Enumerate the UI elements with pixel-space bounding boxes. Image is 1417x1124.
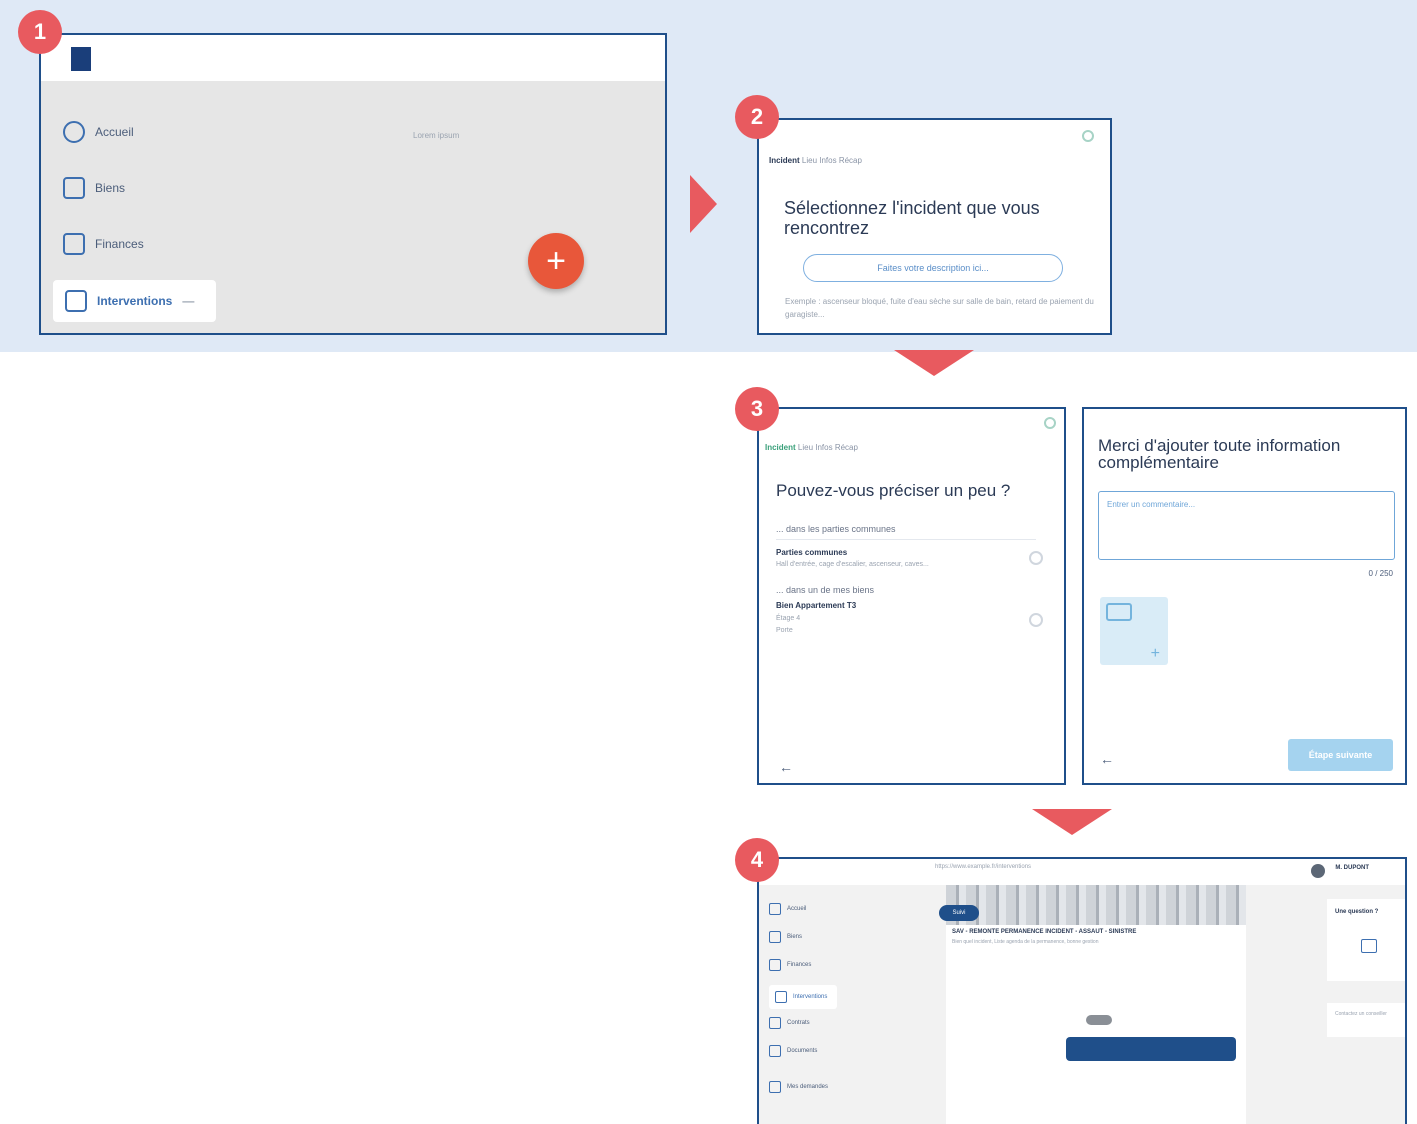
screen-location: Incident Lieu Infos Récap Pouvez-vous pr…	[757, 407, 1066, 785]
url-text: https://www.example.fr/interventions	[935, 864, 1032, 870]
sidebar-item-accueil[interactable]: Accueil	[769, 903, 806, 915]
sidebar-item-documents[interactable]: Documents	[769, 1045, 817, 1057]
step-badge-4: 4	[735, 838, 779, 882]
example-text: Exemple : ascenseur bloqué, fuite d'eau …	[785, 297, 1094, 319]
arrow-down-icon	[1032, 809, 1112, 835]
logo	[71, 47, 91, 71]
comment-field[interactable]: Entrer un commentaire...	[1098, 491, 1395, 560]
sidebar-item-mes-demandes[interactable]: Mes demandes	[769, 1081, 828, 1093]
top-bar	[41, 35, 665, 81]
sidebar-item-accueil[interactable]: Accueil	[63, 121, 134, 143]
step-badge-2: 2	[735, 95, 779, 139]
building-photo	[946, 885, 1246, 925]
building-icon	[63, 177, 85, 199]
top-bar: https://www.example.fr/interventions M. …	[759, 859, 1405, 885]
sidebar-item-label: Mes demandes	[787, 1084, 829, 1090]
sidebar-item-interventions[interactable]: Interventions —	[53, 280, 217, 322]
page-title: Pouvez-vous préciser un peu ?	[776, 481, 1011, 500]
option-subtitle: Hall d'entrée, cage d'escalier, ascenseu…	[776, 561, 929, 568]
page-title: Merci d'ajouter toute information complé…	[1098, 436, 1341, 472]
chat-icon[interactable]	[1361, 939, 1377, 953]
divider	[776, 539, 1036, 540]
sidebar-item-label: Accueil	[95, 125, 134, 139]
sidebar-item-finances[interactable]: Finances	[769, 959, 811, 971]
radio-bien[interactable]	[1029, 613, 1043, 627]
intervention-title: SAV - REMONTE PERMANENCE INCIDENT - ASSA…	[952, 929, 1137, 935]
section-label: ... dans un de mes biens	[776, 585, 875, 595]
breadcrumb: Incident Lieu Infos Récap	[765, 443, 858, 452]
building-icon	[769, 931, 781, 943]
tools-icon	[775, 991, 787, 1003]
contact-note: Contactez un conseiller	[1335, 1011, 1387, 1017]
sidebar-item-label: Biens	[95, 181, 126, 195]
avatar[interactable]	[1311, 864, 1325, 878]
sidebar-item-interventions[interactable]: Interventions	[769, 985, 838, 1009]
camera-icon	[1106, 603, 1132, 621]
hint-text: Lorem ipsum	[413, 131, 460, 140]
breadcrumb: Incident Lieu Infos Récap	[769, 156, 862, 165]
main-content: SAV - REMONTE PERMANENCE INCIDENT - ASSA…	[946, 885, 1246, 1124]
wallet-icon	[63, 233, 85, 255]
close-icon[interactable]	[1044, 417, 1056, 429]
inbox-icon	[769, 1081, 781, 1093]
sidebar-item-label: Interventions	[793, 994, 828, 1000]
chat-message	[1066, 1037, 1236, 1061]
plus-icon: +	[1150, 645, 1160, 662]
option-title: Parties communes	[776, 548, 848, 557]
screen-home: Lorem ipsum Accueil Biens Finances Inter…	[39, 33, 667, 335]
sidebar-item-label: Documents	[787, 1048, 818, 1054]
sidebar-item-biens[interactable]: Biens	[769, 931, 802, 943]
date-chip	[1086, 1015, 1112, 1025]
sidebar-item-label: Finances	[787, 962, 812, 968]
help-title: Une question ?	[1335, 909, 1379, 915]
back-button[interactable]: ←	[779, 759, 793, 775]
wallet-icon	[769, 959, 781, 971]
arrow-down-icon	[894, 350, 974, 376]
step-badge-1: 1	[18, 10, 62, 54]
page-title: Sélectionnez l'incident que vous rencont…	[784, 198, 1040, 238]
char-counter: 0 / 250	[1368, 569, 1393, 578]
screen-intervention-tracking: https://www.example.fr/interventions M. …	[757, 857, 1407, 1124]
sidebar-item-contrats[interactable]: Contrats	[769, 1017, 810, 1029]
screen-additional-info: Merci d'ajouter toute information complé…	[1082, 407, 1407, 785]
dash-mark: —	[182, 294, 195, 308]
status-badge: Suivi	[939, 905, 979, 921]
section-label: ... dans les parties communes	[776, 524, 896, 534]
radio-parties-communes[interactable]	[1029, 551, 1043, 565]
document-icon	[769, 1045, 781, 1057]
key-icon	[769, 1017, 781, 1029]
pie-chart-icon	[769, 903, 781, 915]
sidebar-item-finances[interactable]: Finances	[63, 233, 144, 255]
next-step-button[interactable]: Étape suivante	[1288, 739, 1393, 771]
pie-chart-icon	[63, 121, 85, 143]
user-name: M. DUPONT	[1335, 865, 1369, 871]
sidebar-item-label: Finances	[95, 237, 144, 251]
close-icon[interactable]	[1082, 130, 1094, 142]
tools-icon	[65, 290, 87, 312]
sidebar-item-label: Interventions	[97, 294, 173, 308]
option-title: Bien Appartement T3	[776, 601, 857, 610]
arrow-right-icon	[690, 175, 717, 233]
sidebar-item-label: Biens	[787, 934, 803, 940]
sidebar-item-label: Contrats	[787, 1020, 810, 1026]
describe-incident-button[interactable]: Faites votre description ici...	[803, 254, 1063, 282]
add-photo-button[interactable]: +	[1100, 597, 1168, 665]
option-subtitle: Porte	[776, 627, 793, 634]
option-subtitle: Étage 4	[776, 615, 801, 622]
screen-select-incident: Incident Lieu Infos Récap Sélectionnez l…	[757, 118, 1112, 335]
sidebar-item-biens[interactable]: Biens	[63, 177, 125, 199]
step-badge-3: 3	[735, 387, 779, 431]
intervention-subtitle: Bien quel incident, Liste agenda de la p…	[952, 939, 1099, 945]
sidebar-item-label: Accueil	[787, 906, 807, 912]
contact-card: Contactez un conseiller	[1327, 1003, 1405, 1037]
add-intervention-button[interactable]: +	[528, 233, 584, 289]
back-button[interactable]: ←	[1100, 751, 1114, 767]
help-card: Une question ?	[1327, 899, 1405, 981]
